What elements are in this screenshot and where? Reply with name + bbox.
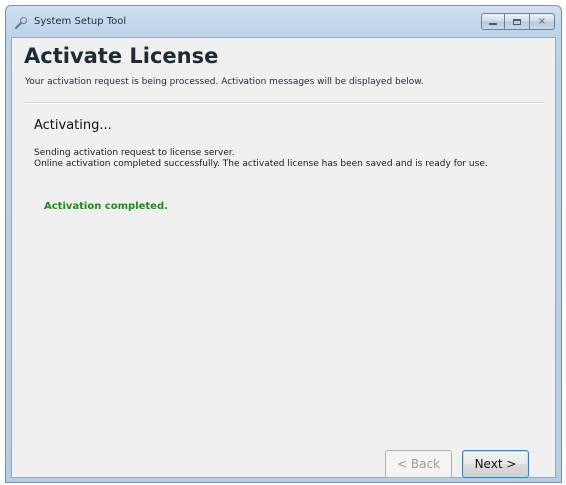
maximize-icon	[513, 18, 521, 25]
close-icon: ⨯	[537, 15, 547, 27]
back-button[interactable]: < Back	[385, 450, 452, 478]
setup-wrench-icon	[13, 15, 29, 31]
minimize-icon	[489, 23, 497, 25]
setup-window: System Setup Tool ⨯ Activate License You…	[5, 5, 562, 483]
activation-log: Sending activation request to license se…	[34, 148, 488, 170]
next-button[interactable]: Next >	[462, 450, 529, 478]
minimize-button[interactable]	[481, 13, 505, 30]
window-title: System Setup Tool	[34, 16, 127, 27]
maximize-button[interactable]	[505, 13, 529, 30]
page-title: Activate License	[24, 44, 219, 68]
wizard-body: Activate License Your activation request…	[11, 37, 556, 478]
header-divider	[25, 102, 544, 104]
log-line: Sending activation request to license se…	[34, 148, 235, 158]
close-button[interactable]: ⨯	[529, 13, 555, 30]
wizard-header: Activate License Your activation request…	[12, 38, 555, 103]
status-message: Activation completed.	[44, 201, 168, 212]
section-heading: Activating...	[34, 118, 112, 133]
title-bar[interactable]: System Setup Tool ⨯	[6, 6, 561, 36]
log-line: Online activation completed successfully…	[34, 159, 488, 169]
page-subtitle: Your activation request is being process…	[25, 77, 424, 87]
window-controls: ⨯	[481, 13, 555, 31]
